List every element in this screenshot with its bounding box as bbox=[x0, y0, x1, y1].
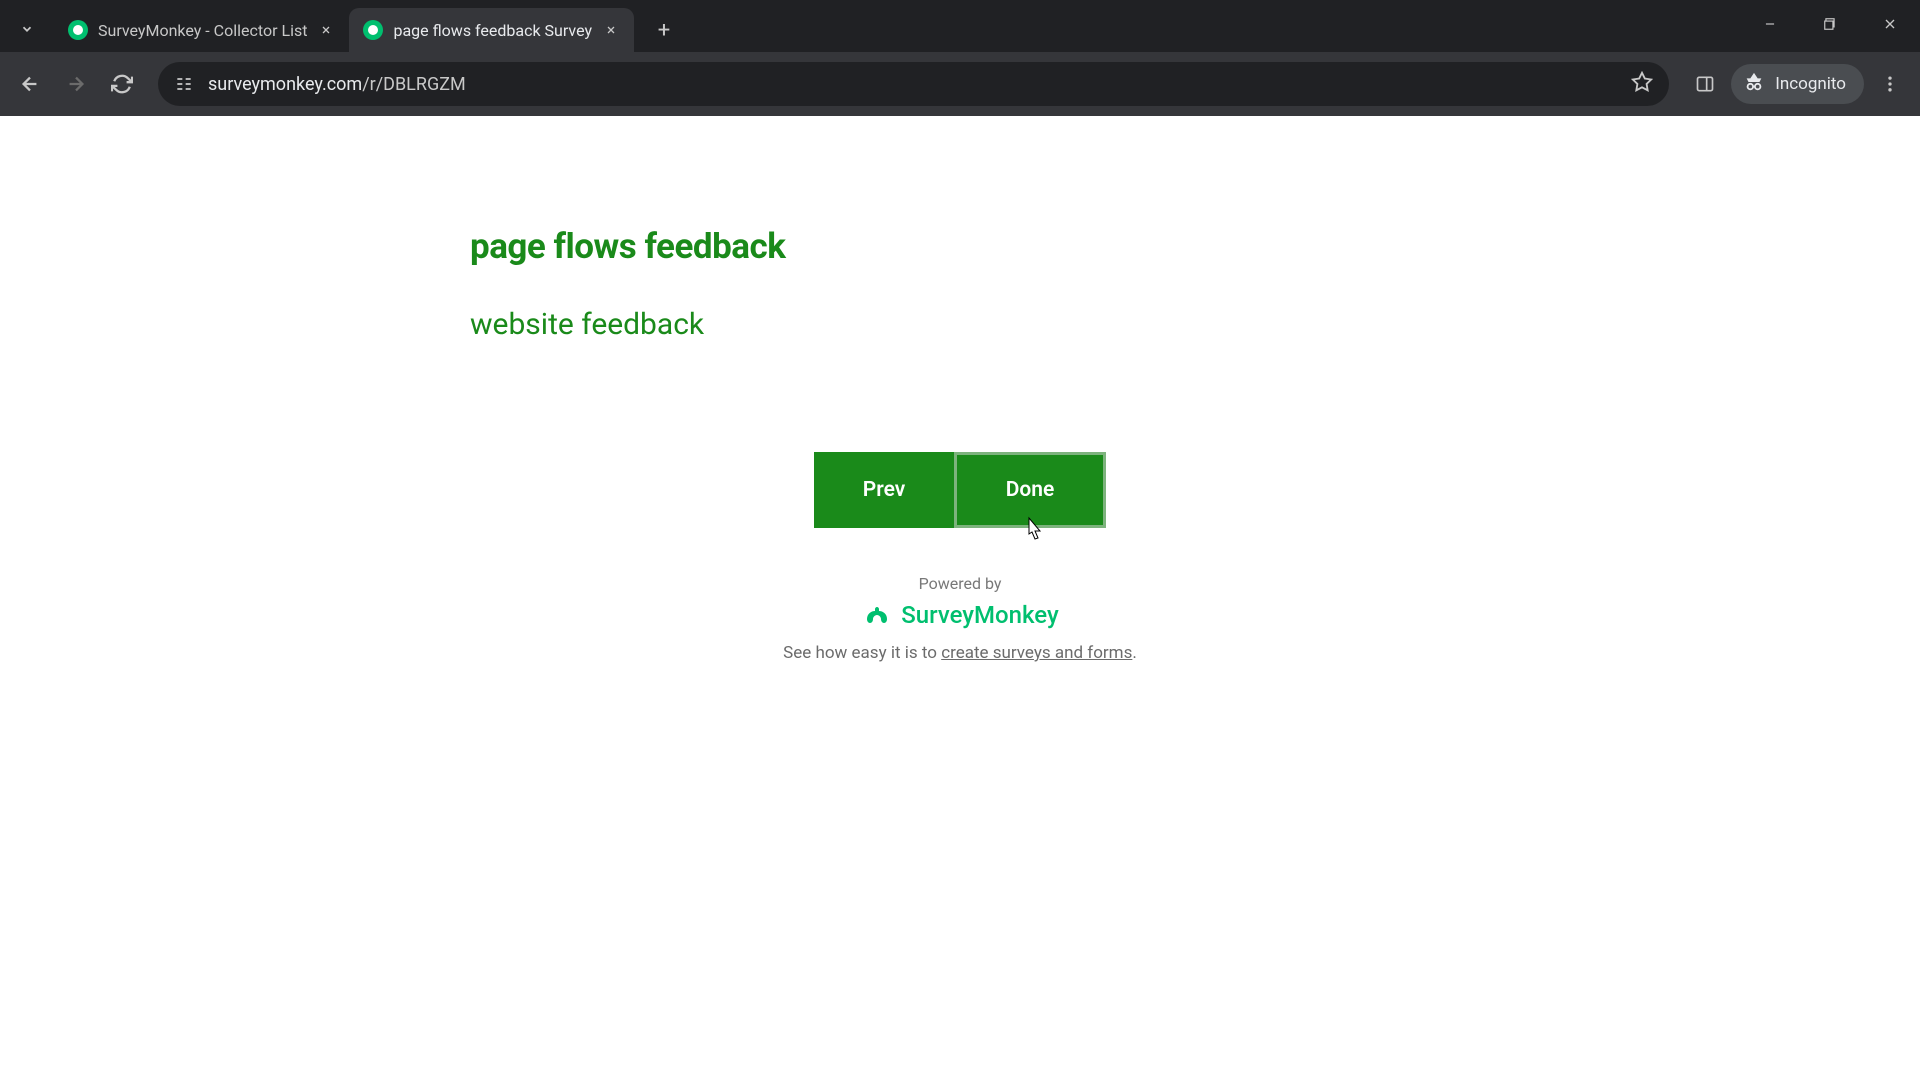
survey-title: page flows feedback bbox=[470, 226, 1450, 267]
survey-subtitle: website feedback bbox=[470, 307, 1450, 342]
side-panel-button[interactable] bbox=[1685, 64, 1725, 104]
chrome-menu-button[interactable] bbox=[1870, 64, 1910, 104]
address-bar[interactable]: surveymonkey.com/r/DBLRGZM bbox=[158, 62, 1669, 106]
page-content: page flows feedback website feedback Pre… bbox=[0, 116, 1920, 1080]
powered-by-label: Powered by bbox=[470, 574, 1450, 593]
minimize-button[interactable] bbox=[1740, 0, 1800, 48]
incognito-label: Incognito bbox=[1775, 74, 1846, 94]
surveymonkey-favicon-icon bbox=[363, 20, 383, 40]
survey-container: page flows feedback website feedback Pre… bbox=[470, 116, 1450, 663]
window-controls bbox=[1740, 0, 1920, 48]
reload-button[interactable] bbox=[102, 64, 142, 104]
survey-footer: Powered by SurveyMonkey See how easy it … bbox=[470, 574, 1450, 663]
close-tab-button[interactable] bbox=[317, 21, 335, 39]
create-surveys-link[interactable]: create surveys and forms bbox=[941, 643, 1132, 663]
url-text: surveymonkey.com/r/DBLRGZM bbox=[208, 74, 466, 95]
maximize-button[interactable] bbox=[1800, 0, 1860, 48]
surveymonkey-mark-icon bbox=[861, 603, 893, 627]
tab-surveymonkey-collector[interactable]: SurveyMonkey - Collector List bbox=[54, 8, 349, 52]
surveymonkey-logo[interactable]: SurveyMonkey bbox=[470, 601, 1450, 629]
tab-title: SurveyMonkey - Collector List bbox=[98, 21, 307, 40]
bookmark-star-icon[interactable] bbox=[1631, 71, 1653, 98]
new-tab-button[interactable]: + bbox=[646, 12, 682, 48]
tab-title: page flows feedback Survey bbox=[393, 21, 592, 40]
tab-page-flows-feedback[interactable]: page flows feedback Survey bbox=[349, 8, 634, 52]
tabs-dropdown-button[interactable] bbox=[8, 10, 46, 48]
survey-nav-buttons: Prev Done bbox=[470, 452, 1450, 528]
tab-strip: SurveyMonkey - Collector List page flows… bbox=[0, 0, 1920, 52]
incognito-indicator[interactable]: Incognito bbox=[1731, 64, 1864, 104]
forward-button[interactable] bbox=[56, 64, 96, 104]
done-button[interactable]: Done bbox=[954, 452, 1106, 528]
browser-chrome: SurveyMonkey - Collector List page flows… bbox=[0, 0, 1920, 116]
back-button[interactable] bbox=[10, 64, 50, 104]
incognito-icon bbox=[1743, 71, 1765, 98]
surveymonkey-wordmark: SurveyMonkey bbox=[901, 601, 1059, 629]
site-info-icon[interactable] bbox=[174, 74, 194, 94]
browser-toolbar: surveymonkey.com/r/DBLRGZM Incognito bbox=[0, 52, 1920, 116]
surveymonkey-favicon-icon bbox=[68, 20, 88, 40]
close-window-button[interactable] bbox=[1860, 0, 1920, 48]
footer-promo-text: See how easy it is to create surveys and… bbox=[470, 643, 1450, 663]
prev-button[interactable]: Prev bbox=[814, 452, 954, 528]
close-tab-button[interactable] bbox=[602, 21, 620, 39]
